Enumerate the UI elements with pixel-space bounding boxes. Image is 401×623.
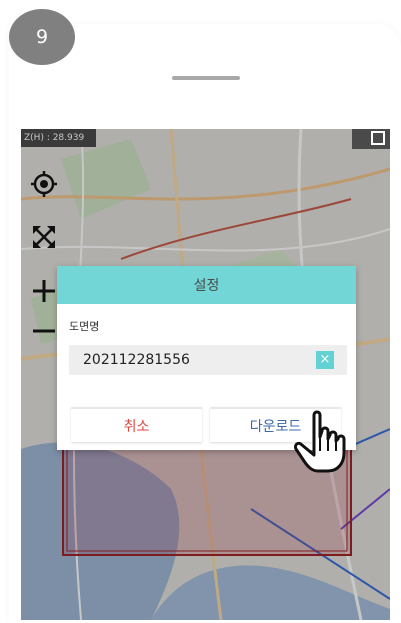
drag-handle[interactable] xyxy=(172,76,240,80)
dialog-title: 설정 xyxy=(57,266,356,304)
step-number-badge: 9 xyxy=(9,9,75,65)
close-icon[interactable]: × xyxy=(316,351,334,369)
zoom-in-icon[interactable] xyxy=(29,276,59,306)
map-layer-button[interactable] xyxy=(352,129,390,149)
pointing-hand-icon xyxy=(294,410,346,473)
drawing-name-label: 도면명 xyxy=(69,320,100,333)
fullscreen-icon[interactable] xyxy=(29,222,59,252)
cancel-button[interactable]: 취소 xyxy=(71,407,202,442)
coord-readout: Z(H) : 28.939 xyxy=(21,129,97,147)
location-target-icon[interactable] xyxy=(29,169,59,199)
drawing-name-input[interactable]: 202112281556 xyxy=(69,345,347,375)
zoom-out-icon[interactable] xyxy=(29,316,59,346)
